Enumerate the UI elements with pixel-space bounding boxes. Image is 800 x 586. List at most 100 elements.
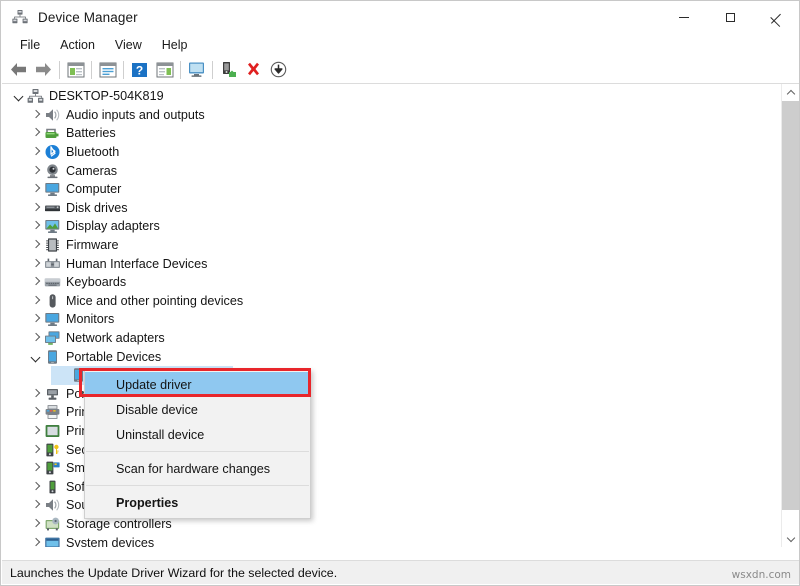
tree-item-label: Portable Devices: [66, 349, 162, 364]
expand-toggle-icon[interactable]: [28, 386, 44, 402]
expand-toggle-icon[interactable]: [28, 516, 44, 532]
tree-item-mice-and-other-pointing-devices[interactable]: Mice and other pointing devices: [2, 292, 772, 311]
expand-toggle-icon[interactable]: [28, 237, 44, 253]
device-manager-window: Device Manager File Action View Help ? D…: [0, 0, 800, 586]
smart-card-reader-icon: [44, 460, 61, 476]
expand-toggle-icon[interactable]: [28, 256, 44, 272]
forward-icon[interactable]: [31, 58, 56, 81]
toolbar-separator: [180, 60, 181, 79]
context-menu[interactable]: Update driver Disable device Uninstall dev…: [84, 369, 311, 519]
tree-item-label: Cameras: [66, 163, 118, 178]
expand-toggle-icon[interactable]: [28, 460, 44, 476]
vertical-scrollbar[interactable]: [781, 84, 799, 547]
display-adapter-icon: [44, 218, 61, 234]
software-device-icon: [44, 479, 61, 495]
tree-item-system-devices[interactable]: System devices: [2, 533, 772, 547]
expand-toggle-icon[interactable]: [28, 330, 44, 346]
menu-item-file[interactable]: File: [11, 36, 49, 54]
expand-toggle-icon[interactable]: [28, 311, 44, 327]
tree-item-firmware[interactable]: Firmware: [2, 236, 772, 255]
port-icon: [44, 386, 61, 402]
tree-item-keyboards[interactable]: Keyboards: [2, 273, 772, 292]
tree-item-audio-inputs-and-outputs[interactable]: Audio inputs and outputs: [2, 106, 772, 125]
expand-toggle-icon[interactable]: [28, 479, 44, 495]
expand-toggle-icon[interactable]: [28, 349, 44, 365]
toolbar-separator: [91, 60, 92, 79]
tree-item-label: Keyboards: [66, 275, 127, 290]
expand-toggle-icon[interactable]: [28, 423, 44, 439]
tree-item-display-adapters[interactable]: Display adapters: [2, 217, 772, 236]
tree-item-portable-devices[interactable]: Portable Devices: [2, 347, 772, 366]
expand-toggle-icon[interactable]: [28, 163, 44, 179]
expand-toggle-icon[interactable]: [28, 404, 44, 420]
expand-toggle-icon[interactable]: [28, 535, 44, 547]
tree-item-monitors[interactable]: Monitors: [2, 310, 772, 329]
context-menu-item-label: Scan for hardware changes: [116, 461, 271, 476]
tree-item-label: Firmware: [66, 238, 119, 253]
tree-item-computer[interactable]: Computer: [2, 180, 772, 199]
tree-item-label: Monitors: [66, 312, 115, 327]
expand-toggle-icon[interactable]: [28, 293, 44, 309]
expand-toggle-icon[interactable]: [28, 274, 44, 290]
tree-root-node[interactable]: DESKTOP-504K819: [2, 87, 772, 106]
expand-toggle-icon[interactable]: [28, 497, 44, 513]
uninstall-device-icon[interactable]: [241, 58, 266, 81]
tree-item-network-adapters[interactable]: Network adapters: [2, 329, 772, 348]
close-button[interactable]: [753, 1, 799, 33]
scroll-down-icon[interactable]: [782, 530, 799, 547]
menu-separator: [86, 451, 309, 452]
expand-toggle-icon[interactable]: [28, 442, 44, 458]
expand-toggle-icon[interactable]: [28, 181, 44, 197]
expand-toggle-icon[interactable]: [28, 125, 44, 141]
hid-icon: [44, 256, 61, 272]
tree-item-bluetooth[interactable]: Bluetooth: [2, 143, 772, 162]
menu-bar: File Action View Help: [1, 34, 799, 56]
firmware-icon: [44, 237, 61, 253]
tree-item-label: Audio inputs and outputs: [66, 107, 205, 122]
context-menu-item-scan-for-hardware-changes[interactable]: Scan for hardware changes: [85, 456, 310, 481]
tree-item-human-interface-devices[interactable]: Human Interface Devices: [2, 254, 772, 273]
context-menu-item-disable-device[interactable]: Disable device: [85, 397, 310, 422]
portable-device-icon: [44, 349, 61, 365]
context-menu-item-uninstall-device[interactable]: Uninstall device: [85, 422, 310, 447]
menu-item-view[interactable]: View: [106, 36, 151, 54]
expand-toggle-icon[interactable]: [28, 218, 44, 234]
monitor-icon: [44, 311, 61, 327]
menu-item-help[interactable]: Help: [153, 36, 197, 54]
toolbar-separator: [123, 60, 124, 79]
context-menu-item-label: Update driver: [116, 377, 192, 392]
properties-icon[interactable]: [95, 58, 120, 81]
context-menu-item-label: Disable device: [116, 402, 198, 417]
minimize-button[interactable]: [661, 1, 707, 33]
tree-item-cameras[interactable]: Cameras: [2, 161, 772, 180]
tree-item-label: Network adapters: [66, 331, 165, 346]
expand-toggle-icon[interactable]: [28, 144, 44, 160]
tree-item-label: Display adapters: [66, 219, 160, 234]
scroll-up-icon[interactable]: [782, 84, 799, 101]
window-controls: [661, 1, 799, 33]
tree-item-disk-drives[interactable]: Disk drives: [2, 199, 772, 218]
show-hide-console-tree-icon[interactable]: [63, 58, 88, 81]
help-icon[interactable]: ?: [127, 58, 152, 81]
speaker-icon: [44, 107, 61, 123]
show-hide-action-pane-icon[interactable]: [152, 58, 177, 81]
battery-icon: [44, 125, 61, 141]
back-icon[interactable]: [6, 58, 31, 81]
context-menu-item-update-driver[interactable]: Update driver: [85, 372, 310, 397]
expand-toggle-icon[interactable]: [11, 88, 27, 104]
tree-item-batteries[interactable]: Batteries: [2, 124, 772, 143]
device-manager-icon: [11, 8, 29, 26]
expand-toggle-icon[interactable]: [28, 107, 44, 123]
security-device-icon: [44, 442, 61, 458]
disable-device-icon[interactable]: [266, 58, 291, 81]
context-menu-item-properties[interactable]: Properties: [85, 490, 310, 515]
tree-item-label: Batteries: [66, 126, 116, 141]
scan-for-hardware-changes-icon[interactable]: [184, 58, 209, 81]
menu-item-action[interactable]: Action: [51, 36, 104, 54]
scrollbar-thumb[interactable]: [782, 101, 799, 510]
speaker-icon: [44, 497, 61, 513]
maximize-button[interactable]: [707, 1, 753, 33]
network-adapter-icon: [44, 330, 61, 346]
expand-toggle-icon[interactable]: [28, 200, 44, 216]
update-driver-icon[interactable]: [216, 58, 241, 81]
